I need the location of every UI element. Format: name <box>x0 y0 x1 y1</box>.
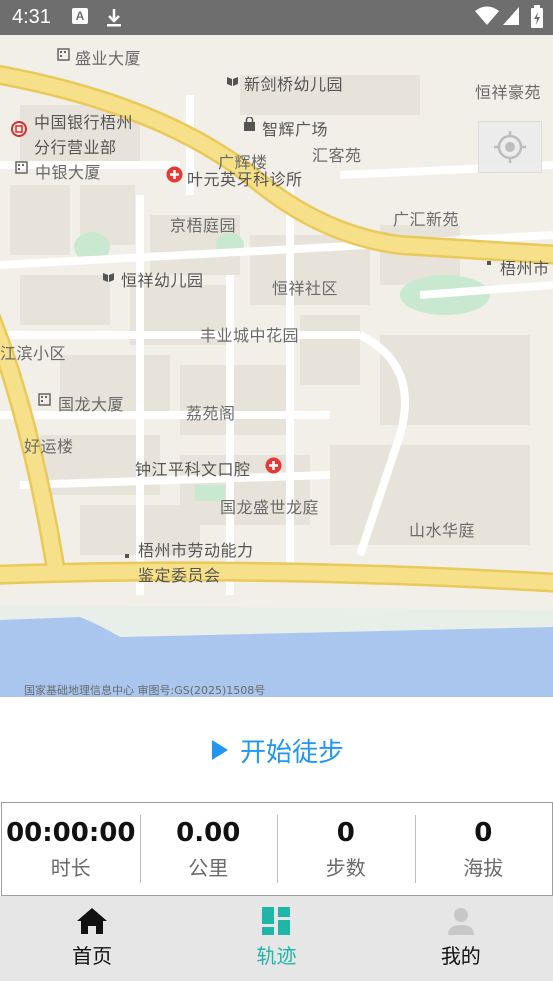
map-view[interactable]: 盛业大厦 新剑桥幼儿园 恒祥豪苑 中国银行梧州 分行营业部 智辉广场 汇客苑 中… <box>0 35 553 697</box>
shopping-icon <box>244 117 255 131</box>
building-icon <box>38 393 51 406</box>
map-label[interactable]: 新剑桥幼儿园 <box>244 71 343 95</box>
start-walking-button[interactable]: 开始徒步 <box>212 732 344 768</box>
locate-button[interactable] <box>478 121 542 173</box>
map-label[interactable]: 好运楼 <box>24 433 74 457</box>
school-icon <box>103 273 114 282</box>
hospital-icon <box>265 457 282 474</box>
nav-label: 我的 <box>440 944 481 968</box>
map-label[interactable]: 山水华庭 <box>409 517 475 541</box>
hospital-icon <box>166 166 183 183</box>
dot-icon <box>125 554 129 558</box>
stat-value: 0 <box>336 817 355 848</box>
school-icon <box>227 77 238 86</box>
person-icon <box>447 908 474 935</box>
map-label[interactable]: 京梧庭园 <box>170 212 236 236</box>
nav-label: 首页 <box>72 944 113 968</box>
map-label[interactable]: 国龙大厦 <box>58 391 124 415</box>
map-label[interactable]: 广汇新苑 <box>393 206 459 230</box>
locate-icon <box>494 131 526 163</box>
map-label[interactable]: 恒祥豪苑 <box>475 79 541 103</box>
map-label[interactable]: 恒祥幼儿园 <box>121 267 204 291</box>
map-label[interactable]: 钟江平科文口腔 <box>135 456 251 480</box>
stat-value: 0 <box>474 817 493 848</box>
stat-label: 海拔 <box>463 855 504 880</box>
map-label[interactable]: 中国银行梧州 <box>34 109 133 133</box>
stat-value: 00:00:00 <box>6 817 136 848</box>
stat-distance: 0.00 公里 <box>139 803 278 895</box>
map-label[interactable]: 中银大厦 <box>35 159 101 183</box>
map-label[interactable]: 丰业城中花园 <box>200 322 299 346</box>
stats-panel: 00:00:00 时长 0.00 公里 0 步数 0 海拔 <box>1 802 553 896</box>
map-label[interactable]: 智辉广场 <box>262 116 328 140</box>
map-label[interactable]: 梧州市 <box>500 255 550 279</box>
stat-label: 步数 <box>325 855 366 880</box>
home-icon <box>77 908 108 934</box>
map-label[interactable]: 盛业大厦 <box>75 45 141 69</box>
download-icon <box>107 9 121 27</box>
dot-icon <box>487 261 491 265</box>
wifi-icon <box>475 6 499 25</box>
nav-item-me[interactable]: 我的 <box>369 896 553 981</box>
nav-label: 轨迹 <box>256 944 297 968</box>
map-label[interactable]: 恒祥社区 <box>272 275 338 299</box>
map-label[interactable]: 荔苑阁 <box>186 400 236 424</box>
map-label[interactable]: 鉴定委员会 <box>138 562 221 586</box>
stat-duration: 00:00:00 时长 <box>2 803 140 895</box>
map-label[interactable]: 梧州市劳动能力 <box>138 537 254 561</box>
building-icon <box>57 48 70 61</box>
bank-icon <box>11 121 27 137</box>
map-label[interactable]: 国龙盛世龙庭 <box>220 494 319 518</box>
status-time: 4:31 <box>12 6 51 28</box>
map-label[interactable]: 汇客苑 <box>312 142 362 166</box>
stat-label: 时长 <box>50 855 91 880</box>
map-label[interactable]: 江滨小区 <box>0 340 66 364</box>
nav-item-track[interactable]: 轨迹 <box>184 896 368 981</box>
stat-steps: 0 步数 <box>277 803 415 895</box>
play-icon <box>212 740 228 760</box>
stat-value: 0.00 <box>176 817 241 848</box>
font-icon: A <box>72 8 88 24</box>
map-label[interactable]: 分行营业部 <box>34 134 117 158</box>
bottom-nav: 首页 轨迹 我的 <box>0 896 553 981</box>
start-walking-label: 开始徒步 <box>240 737 345 768</box>
stat-label: 公里 <box>188 855 229 880</box>
map-credit: 国家基础地理信息中心 审图号:GS(2025)1508号 <box>24 684 266 697</box>
stat-altitude: 0 海拔 <box>414 803 553 895</box>
map-label[interactable]: 叶元英牙科诊所 <box>187 166 303 190</box>
dashboard-icon <box>262 907 291 935</box>
building-icon <box>15 161 28 174</box>
signal-icon <box>503 7 519 25</box>
nav-item-home[interactable]: 首页 <box>0 896 184 981</box>
status-bar: 4:31 A <box>0 0 553 35</box>
battery-icon <box>531 5 543 28</box>
